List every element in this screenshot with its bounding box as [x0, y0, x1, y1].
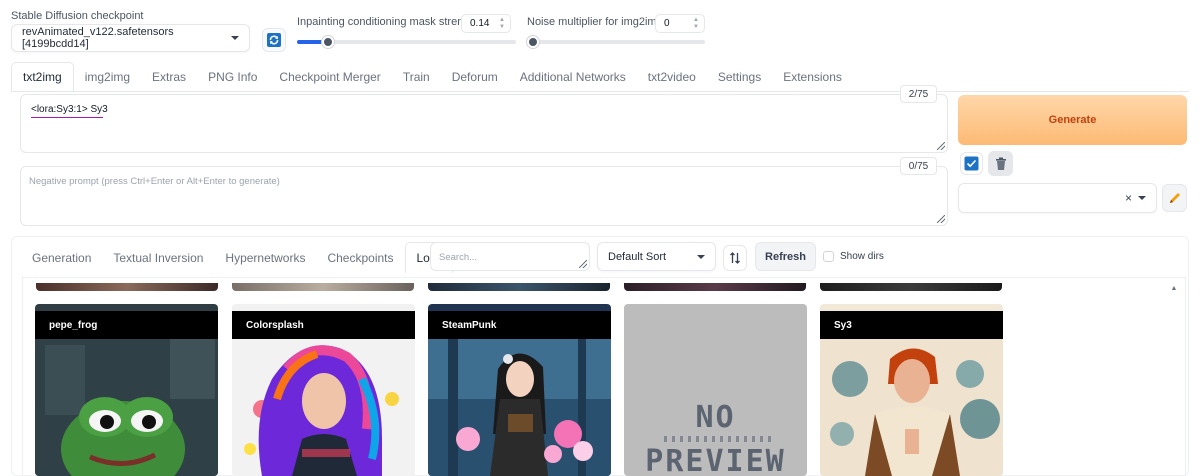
card-name: SteamPunk: [428, 311, 611, 339]
prompt-token-counter: 2/75: [900, 85, 937, 103]
inpainting-label: Inpainting conditioning mask strength: [297, 16, 479, 28]
tab-extras[interactable]: Extras: [141, 62, 197, 92]
inpainting-slider-thumb[interactable]: [321, 36, 334, 48]
search-input[interactable]: Search...: [430, 242, 590, 271]
styles-select[interactable]: ×: [958, 183, 1157, 213]
edit-styles-button[interactable]: [1162, 184, 1187, 212]
pencil-icon: [1169, 193, 1180, 203]
refresh-button[interactable]: Refresh: [755, 242, 816, 271]
trash-icon: [995, 157, 1006, 170]
chevron-down-icon: [1138, 196, 1146, 200]
no-preview-divider: [664, 436, 774, 442]
tab-deforum[interactable]: Deforum: [441, 62, 509, 92]
sort-arrows-icon: [730, 252, 740, 264]
generate-button[interactable]: Generate: [958, 95, 1187, 145]
stepper-icon[interactable]: ▲ ▼: [691, 17, 701, 31]
card-top-partial: [624, 283, 806, 291]
subtab-generation[interactable]: Generation: [21, 242, 102, 273]
clear-styles-icon[interactable]: ×: [1125, 191, 1132, 205]
tab-txt2video[interactable]: txt2video: [637, 62, 707, 92]
noise-slider-track[interactable]: [527, 40, 705, 44]
card-top-partial: [232, 283, 414, 291]
card-name: Sy3: [820, 311, 1003, 339]
chevron-down-icon: [697, 254, 705, 259]
prompt-textarea[interactable]: <lora:Sy3:1> Sy3: [20, 94, 948, 153]
no-preview-line2: PREVIEW: [645, 444, 786, 476]
lora-card[interactable]: Sy3: [820, 304, 1003, 476]
subtab-hypernetworks[interactable]: Hypernetworks: [214, 242, 316, 273]
sort-select[interactable]: Default Sort: [597, 242, 716, 271]
card-top-partial: [820, 283, 1002, 291]
tab-additional-networks[interactable]: Additional Networks: [509, 62, 637, 92]
noise-slider-thumb[interactable]: [527, 36, 539, 48]
card-top-partial: [36, 283, 218, 291]
refresh-icon: [267, 33, 281, 47]
inpainting-value: 0.14: [470, 18, 490, 29]
lora-card[interactable]: Colorsplash: [232, 304, 415, 476]
card-name: pepe_frog: [35, 311, 218, 339]
tabs-divider: [11, 91, 1189, 92]
lora-card[interactable]: SteamPunk: [428, 304, 611, 476]
sort-value: Default Sort: [608, 250, 667, 263]
no-preview-line1: NO: [695, 400, 736, 435]
tab-extensions[interactable]: Extensions: [772, 62, 853, 92]
tab-txt2img[interactable]: txt2img: [11, 62, 74, 92]
trash-button[interactable]: [988, 151, 1013, 176]
sort-order-button[interactable]: [723, 245, 747, 271]
card-preview-image: [428, 339, 611, 476]
resize-grip-icon[interactable]: [937, 142, 945, 150]
apply-styles-button[interactable]: [960, 152, 983, 175]
tab-checkpoint-merger[interactable]: Checkpoint Merger: [268, 62, 391, 92]
prompt-underline: [31, 117, 103, 118]
resize-grip-icon[interactable]: [937, 215, 945, 223]
card-preview-image: [820, 339, 1003, 476]
subtab-textual-inversion[interactable]: Textual Inversion: [102, 242, 214, 273]
show-dirs-label: Show dirs: [840, 251, 884, 262]
sub-tabs: Generation Textual Inversion Hypernetworks…: [21, 242, 453, 273]
search-placeholder: Search...: [439, 252, 478, 263]
lora-card[interactable]: NO PREVIEW: [624, 304, 807, 476]
resize-grip-icon[interactable]: [579, 260, 587, 268]
tab-png-info[interactable]: PNG Info: [197, 62, 268, 92]
negative-prompt-token-counter: 0/75: [900, 157, 937, 175]
lora-card[interactable]: pepe_frog: [35, 304, 218, 476]
checkpoint-select[interactable]: revAnimated_v122.safetensors [4199bcdd14…: [11, 24, 250, 52]
tab-train[interactable]: Train: [392, 62, 441, 92]
refresh-checkpoint-button[interactable]: [262, 28, 286, 52]
scroll-up-icon[interactable]: ▲: [1170, 285, 1178, 294]
card-preview-image: [232, 339, 415, 476]
card-preview-image: [35, 339, 218, 476]
card-name: Colorsplash: [232, 311, 415, 339]
tab-img2img[interactable]: img2img: [74, 62, 141, 92]
checkpoint-value: revAnimated_v122.safetensors [4199bcdd14…: [22, 26, 174, 50]
show-dirs-checkbox[interactable]: [823, 251, 834, 262]
inpainting-value-input[interactable]: 0.14 ▲ ▼: [461, 14, 511, 33]
negative-prompt-textarea[interactable]: Negative prompt (press Ctrl+Enter or Alt…: [20, 166, 948, 226]
noise-value: 0: [664, 18, 670, 29]
subtab-checkpoints[interactable]: Checkpoints: [316, 242, 404, 273]
noise-value-input[interactable]: 0 ▲ ▼: [655, 14, 705, 33]
prompt-text: <lora:Sy3:1> Sy3: [31, 104, 108, 115]
card-top-partial: [428, 283, 610, 291]
tab-settings[interactable]: Settings: [707, 62, 772, 92]
main-tabs: txt2img img2img Extras PNG Info Checkpoint M…: [11, 62, 853, 92]
check-icon: [964, 156, 979, 171]
chevron-down-icon: [231, 36, 239, 40]
noise-label: Noise multiplier for img2img: [527, 16, 663, 28]
checkpoint-label: Stable Diffusion checkpoint: [11, 10, 144, 22]
negative-prompt-placeholder: Negative prompt (press Ctrl+Enter or Alt…: [29, 176, 280, 187]
stepper-icon[interactable]: ▲ ▼: [497, 17, 507, 31]
